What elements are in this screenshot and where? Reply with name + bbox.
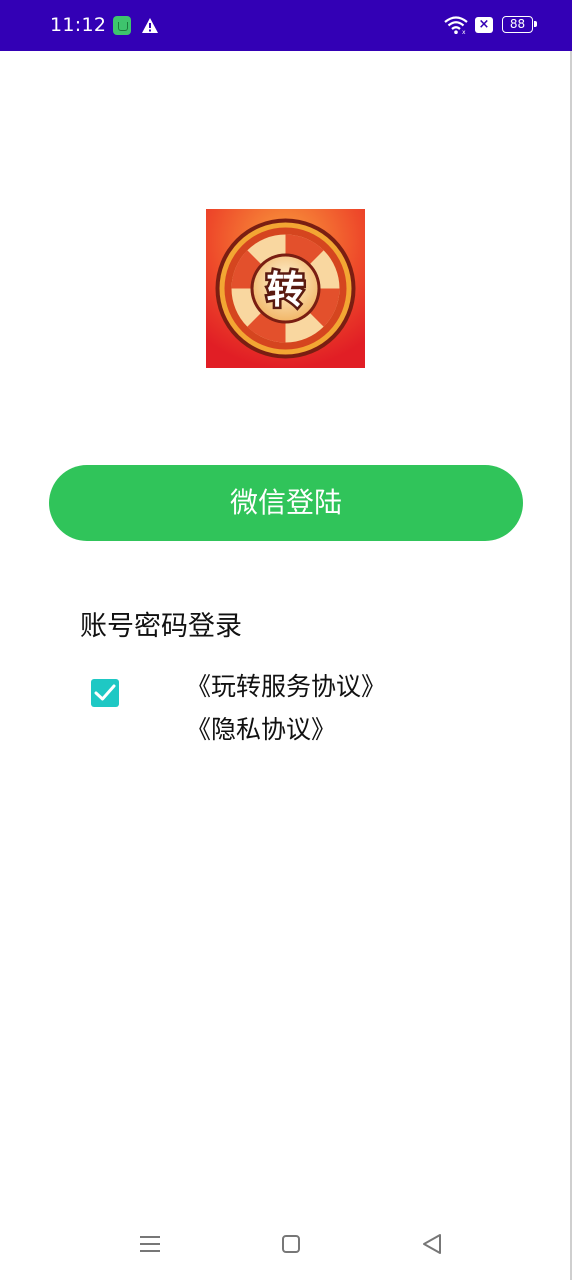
account-password-login-link[interactable]: 账号密码登录 (80, 604, 242, 643)
svg-text:转: 转 (266, 268, 304, 312)
svg-text:x: x (462, 29, 466, 35)
privacy-policy-link[interactable]: 《隐私协议》 (186, 710, 336, 746)
home-icon[interactable] (282, 1235, 300, 1253)
warning-icon (142, 18, 158, 33)
app-notification-icon (113, 16, 131, 35)
menu-icon[interactable] (139, 1234, 161, 1254)
no-sim-icon: × (475, 17, 493, 33)
wifi-icon: x (444, 16, 468, 35)
status-bar: 11:12 x × 88 (0, 0, 572, 51)
status-time: 11:12 (50, 14, 107, 36)
wechat-login-button[interactable]: 微信登陆 (49, 465, 523, 541)
app-logo: 转 (206, 209, 365, 368)
back-icon[interactable] (421, 1233, 443, 1255)
terms-of-service-link[interactable]: 《玩转服务协议》 (186, 667, 386, 703)
agreement-checkbox[interactable] (91, 679, 119, 707)
battery-icon: 88 (502, 16, 537, 33)
checkmark-icon (94, 684, 116, 701)
